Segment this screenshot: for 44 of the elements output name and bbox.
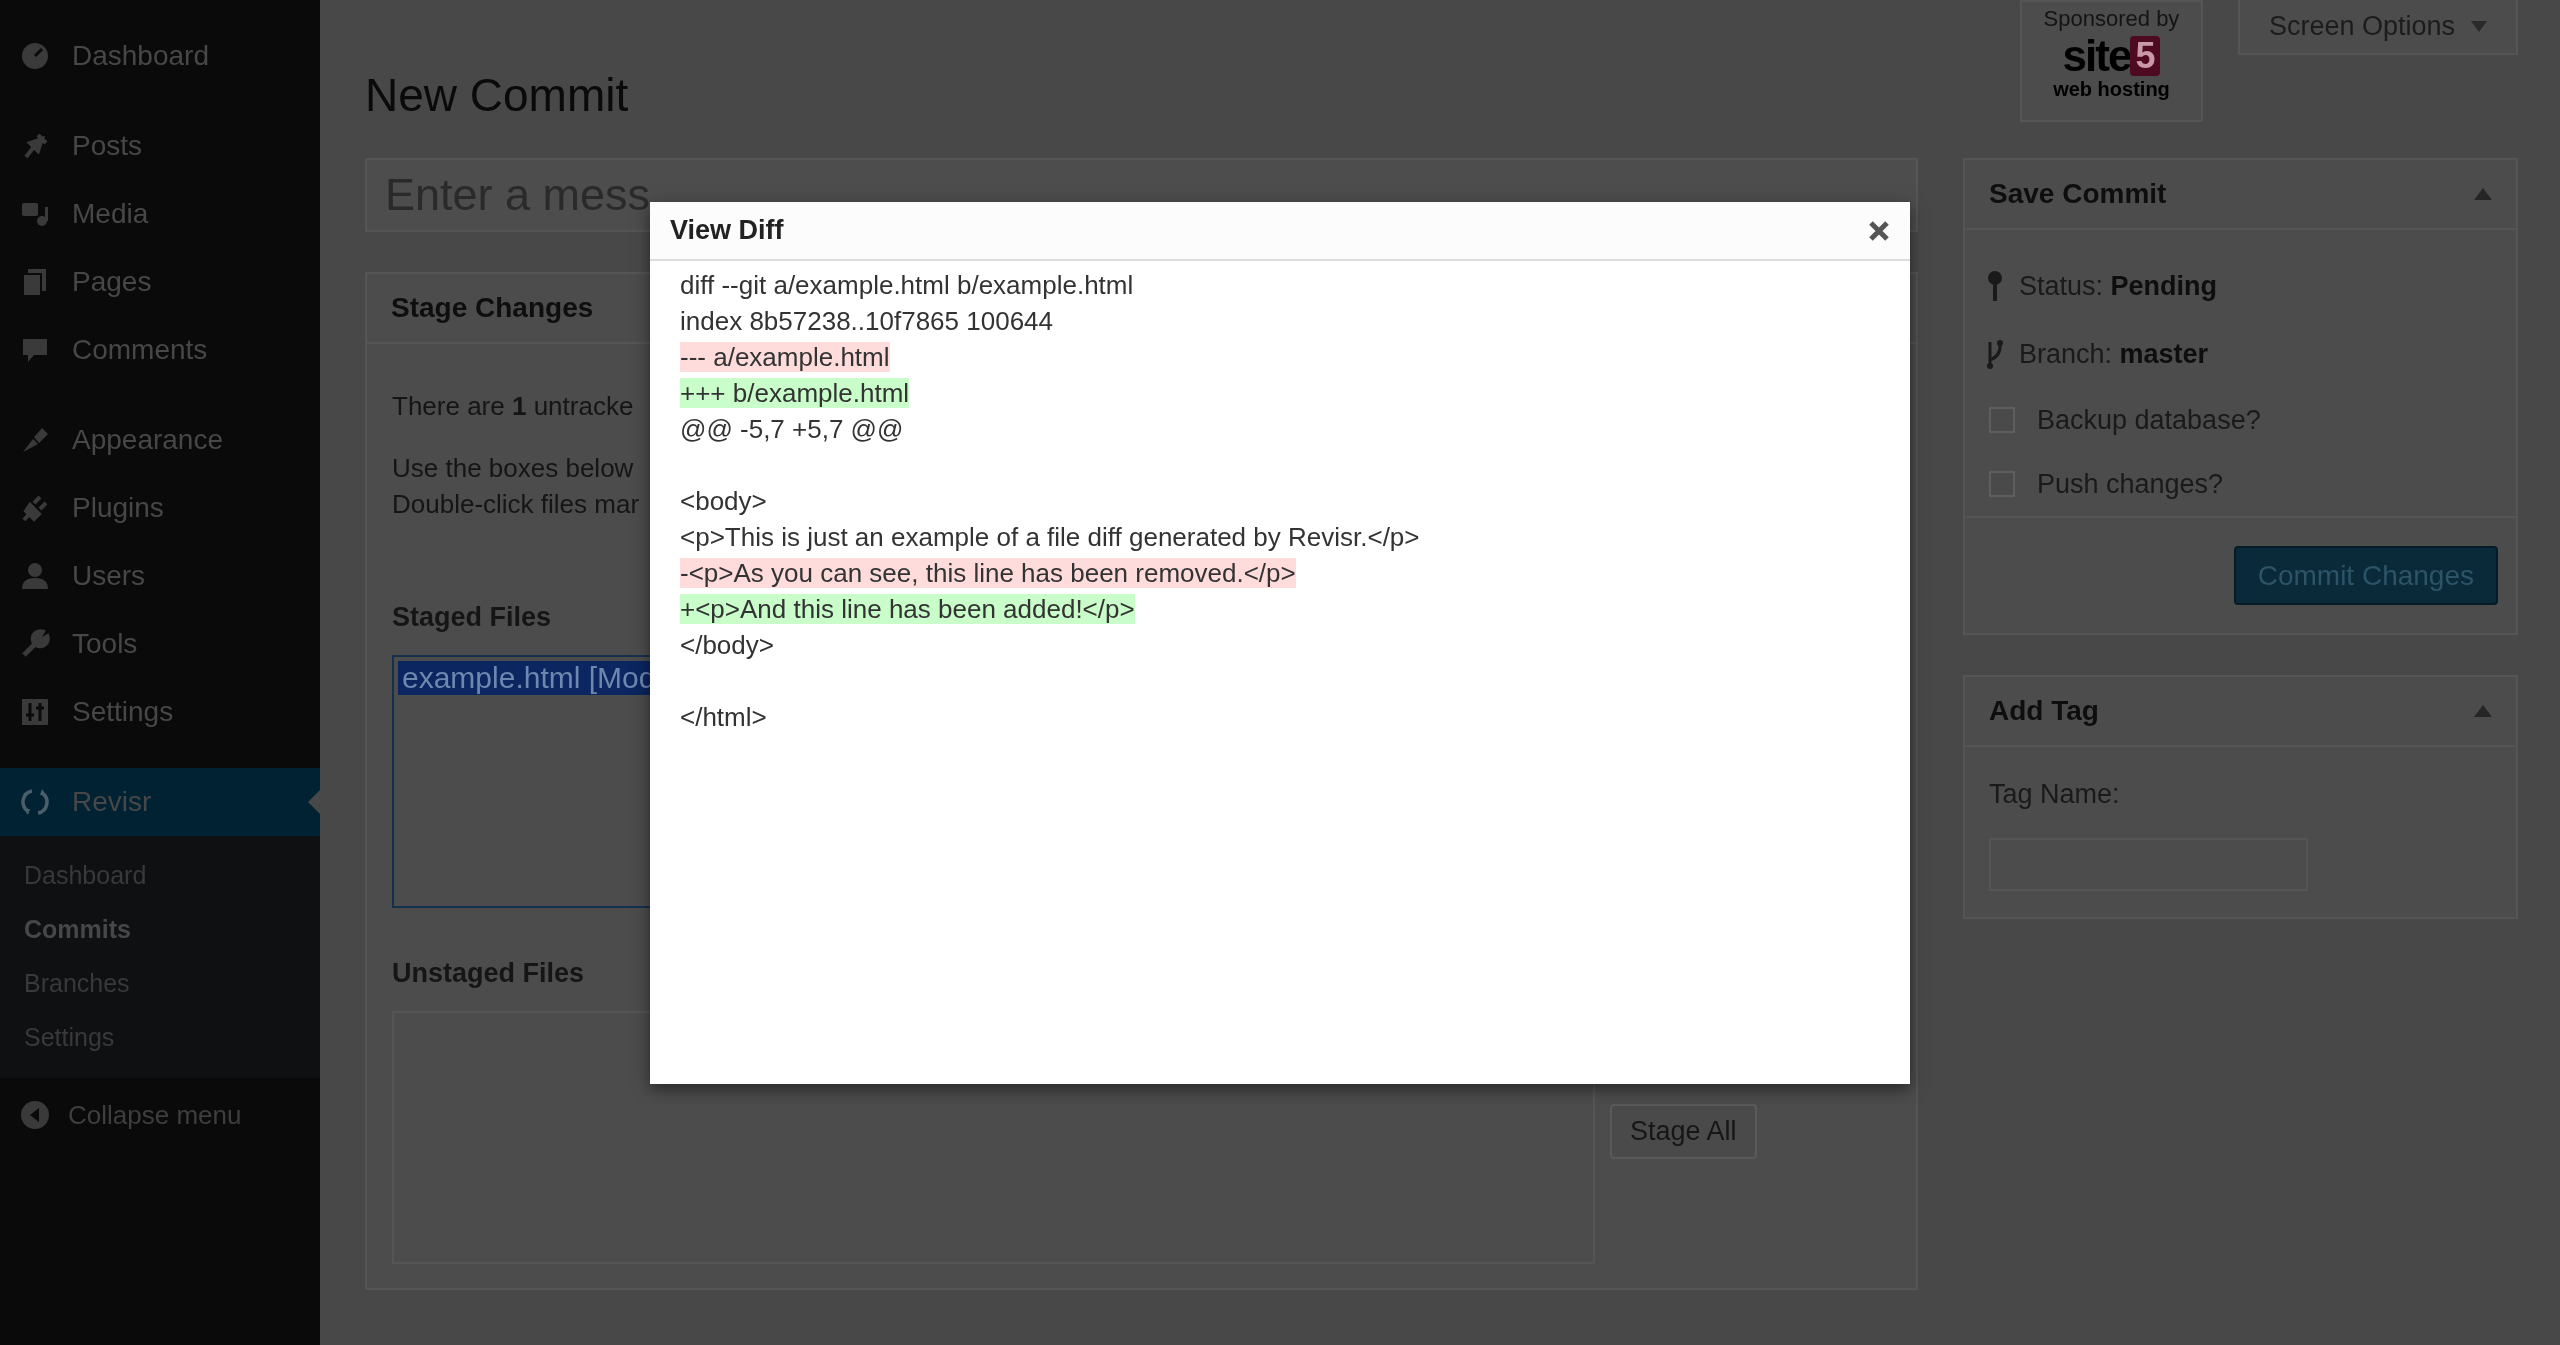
collapse-arrow-icon[interactable] [2474,188,2492,200]
menu-item[interactable]: Appearance [0,406,320,474]
menu-item[interactable]: Plugins [0,474,320,542]
pin-icon [1985,270,2005,302]
diff-line: @@ -5,7 +5,7 @@ [680,414,904,444]
collapse-arrow-icon[interactable] [2474,705,2492,717]
logo-digit: 5 [2130,36,2161,76]
section-heading: Staged Files [392,602,552,633]
menu-item[interactable]: Pages [0,248,320,316]
menu-item[interactable]: Settings [0,678,320,746]
menu-item[interactable]: Posts [0,112,320,180]
panel-title: Save Commit [1989,178,2167,210]
brush-icon [20,425,50,455]
submenu-item[interactable]: Commits [0,902,320,956]
wrench-icon [20,629,50,659]
diff-line: </body> [680,630,774,660]
left-arrow-circle-icon [20,1100,50,1130]
panel-title: Add Tag [1989,695,2099,727]
menu-item[interactable]: Media [0,180,320,248]
refresh-icon [20,787,50,817]
person-icon [20,561,50,591]
page-title: New Commit [365,68,630,123]
diff-line: <body> [680,486,767,516]
diff-line: diff --git a/example.html b/example.html [680,270,1134,300]
section-heading: Unstaged Files [392,958,585,989]
logo-tagline: web hosting [2053,78,2170,101]
sponsor-caption: Sponsored by [2043,6,2180,32]
menu-item[interactable]: Revisr [0,768,320,836]
gauge-icon [20,41,50,71]
diff-line: <p>This is just an example of a file diff generated by Revisr.</p> [680,522,1420,552]
sponsor-banner[interactable]: Sponsored by site5 web hosting [2020,0,2203,122]
panel-title: Stage Changes [391,292,594,324]
sliders-icon [20,697,50,727]
caret-icon [2471,21,2488,32]
menu-item[interactable]: Tools [0,610,320,678]
branch-icon [1985,338,2005,370]
diff-line: </html> [680,702,767,732]
menu-item[interactable]: Comments [0,316,320,384]
menu-item[interactable]: Dashboard [0,22,320,90]
close-icon[interactable] [1868,219,1890,242]
logo-wordmark: site [2062,34,2131,78]
diff-line: index 8b57238..10f7865 100644 [680,306,1053,336]
menu-item[interactable]: Users [0,542,320,610]
plug-icon [20,493,50,523]
